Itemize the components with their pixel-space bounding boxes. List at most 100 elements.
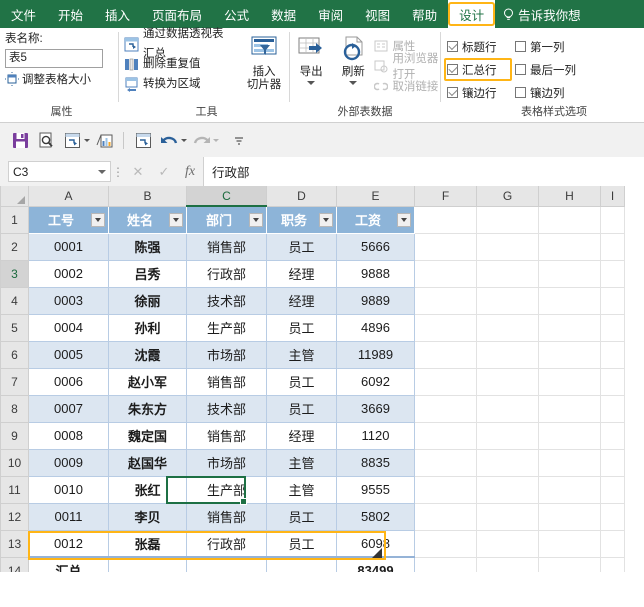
data-cell[interactable]: 员工 [266,367,337,396]
style-checkbox-2[interactable]: 汇总行 [444,58,515,81]
total-row-cell[interactable] [186,556,267,572]
customize-qat-button[interactable] [227,128,251,152]
undo-button[interactable] [157,128,181,152]
empty-cell[interactable] [600,475,625,504]
filter-dropdown-icon[interactable] [249,212,263,227]
data-cell[interactable]: 4896 [336,313,415,342]
data-cell[interactable]: 员工 [266,394,337,423]
empty-cell[interactable] [414,529,477,558]
empty-cell[interactable] [538,448,601,477]
data-cell[interactable]: 朱东方 [108,394,187,423]
total-row-cell[interactable] [266,556,337,572]
empty-cell[interactable] [414,232,477,261]
table-name-input[interactable]: 表5 [5,49,103,68]
empty-cell[interactable] [476,529,539,558]
empty-cell[interactable] [538,340,601,369]
empty-cell[interactable] [476,232,539,261]
pivot-table-button[interactable] [60,128,84,152]
empty-cell[interactable] [414,313,477,342]
data-cell[interactable]: 1120 [336,421,415,450]
empty-cell[interactable] [476,367,539,396]
data-cell[interactable]: 吕秀 [108,259,187,288]
data-cell[interactable]: 李贝 [108,502,187,531]
table-column-header[interactable]: 职务 [266,205,337,234]
empty-cell[interactable] [476,394,539,423]
total-row-cell[interactable]: 汇总 [28,556,109,572]
row-header-1[interactable]: 1 [0,205,29,234]
column-header-A[interactable]: A [28,186,109,207]
data-cell[interactable]: 员工 [266,232,337,261]
data-cell[interactable]: 技术部 [186,394,267,423]
data-cell[interactable]: 销售部 [186,232,267,261]
empty-cell[interactable] [476,205,539,234]
ribbon-tab-5[interactable]: 数据 [260,0,307,28]
row-header-12[interactable]: 12 [0,502,29,531]
redo-button[interactable] [189,128,213,152]
empty-cell[interactable] [600,394,625,423]
empty-cell[interactable] [538,394,601,423]
empty-cell[interactable] [538,205,601,234]
data-cell[interactable]: 技术部 [186,286,267,315]
table-column-header[interactable]: 姓名 [108,205,187,234]
checkbox-icon[interactable] [515,64,526,75]
tell-me-box[interactable]: 告诉我你想 [495,0,589,28]
style-checkbox-4[interactable]: 镶边行 [447,82,515,103]
empty-cell[interactable] [414,340,477,369]
empty-cell[interactable] [414,259,477,288]
tool-convert-to-range[interactable]: 转换为区域 [124,74,233,94]
total-row-cell[interactable] [108,556,187,572]
data-cell[interactable]: 销售部 [186,367,267,396]
data-cell[interactable]: 生产部 [186,475,267,504]
row-header-6[interactable]: 6 [0,340,29,369]
empty-cell[interactable] [538,367,601,396]
data-cell[interactable]: 魏定国 [108,421,187,450]
tool-summarize-pivot[interactable]: 通过数据透视表汇总 [124,28,233,60]
row-header-10[interactable]: 10 [0,448,29,477]
data-cell[interactable]: 销售部 [186,502,267,531]
data-cell[interactable]: 8835 [336,448,415,477]
data-cell[interactable]: 5802 [336,502,415,531]
empty-cell[interactable] [414,367,477,396]
undo-dropdown-icon[interactable] [181,138,187,142]
checkbox-icon[interactable] [447,64,458,75]
select-all-corner[interactable] [0,186,29,207]
data-cell[interactable]: 主管 [266,340,337,369]
column-header-D[interactable]: D [266,186,337,207]
save-button[interactable] [8,128,32,152]
empty-cell[interactable] [538,556,601,572]
table-column-header[interactable]: 工资 [336,205,415,234]
empty-cell[interactable] [600,502,625,531]
data-cell[interactable]: 行政部 [186,259,267,288]
row-header-9[interactable]: 9 [0,421,29,450]
data-cell[interactable]: 0005 [28,340,109,369]
resize-table-button[interactable]: 调整表格大小 [5,71,118,87]
empty-cell[interactable] [600,232,625,261]
data-cell[interactable]: 6092 [336,367,415,396]
style-checkbox-5[interactable]: 镶边列 [515,82,587,103]
total-row-cell[interactable]: 83499 [336,556,415,572]
data-cell[interactable]: 行政部 [186,529,267,558]
data-cell[interactable]: 11989 [336,340,415,369]
empty-cell[interactable] [476,259,539,288]
chart-button[interactable] [92,128,116,152]
data-cell[interactable]: 员工 [266,502,337,531]
filter-dropdown-icon[interactable] [91,212,105,227]
row-header-7[interactable]: 7 [0,367,29,396]
empty-cell[interactable] [414,394,477,423]
row-header-3[interactable]: 3 [0,259,29,288]
column-header-H[interactable]: H [538,186,601,207]
empty-cell[interactable] [538,259,601,288]
checkbox-icon[interactable] [515,41,526,52]
data-cell[interactable]: 孙利 [108,313,187,342]
empty-cell[interactable] [476,448,539,477]
data-cell[interactable]: 主管 [266,475,337,504]
row-header-8[interactable]: 8 [0,394,29,423]
chevron-down-icon[interactable] [307,81,316,85]
data-cell[interactable]: 0010 [28,475,109,504]
data-cell[interactable]: 徐丽 [108,286,187,315]
data-cell[interactable]: 9889 [336,286,415,315]
empty-cell[interactable] [600,340,625,369]
table-column-header[interactable]: 部门 [186,205,267,234]
data-cell[interactable]: 3669 [336,394,415,423]
empty-cell[interactable] [476,475,539,504]
